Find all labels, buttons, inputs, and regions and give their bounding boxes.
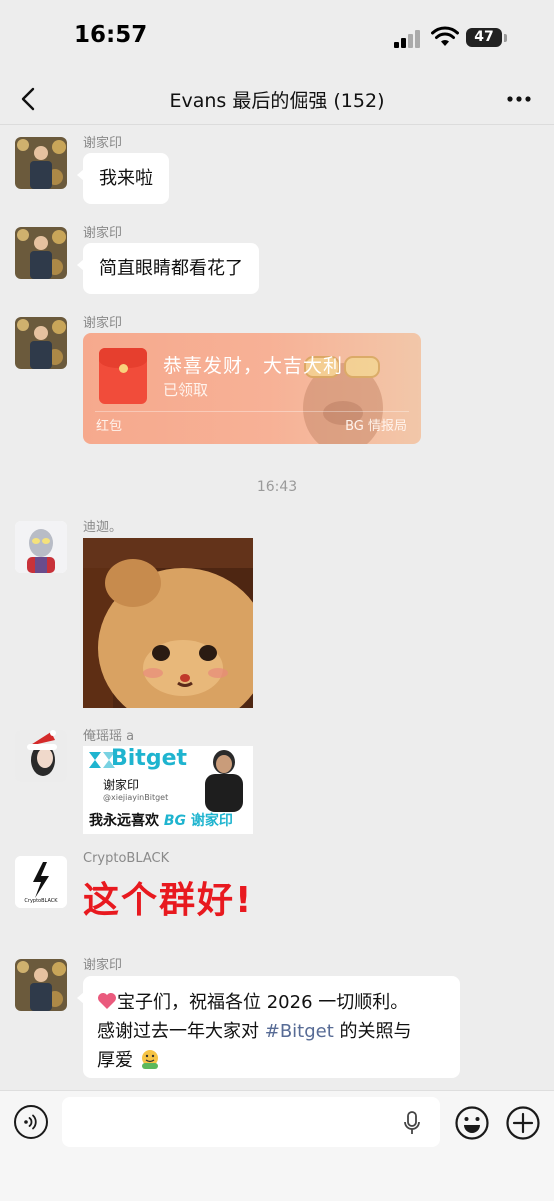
sticker-caption-text: 我永远喜欢 <box>89 813 159 829</box>
red-packet-status: 已领取 <box>163 381 209 399</box>
message-text-2: 感谢过去一年大家对 <box>97 1021 265 1042</box>
message-bubble[interactable]: 我来啦 <box>77 153 169 204</box>
sticker-message-bitget[interactable]: Bitget 谢家印 @xiejiayinBitget 我永远喜欢 BG 谢家印 <box>83 746 253 834</box>
image-message-bear[interactable] <box>83 538 253 708</box>
sticker-caption-tag: BG <box>163 813 187 829</box>
red-packet-title: 恭喜发财，大吉大利 <box>163 355 344 377</box>
avatar-label: CryptoBLACK <box>24 898 58 904</box>
plus-button[interactable] <box>505 1105 541 1141</box>
avatar-xiejiayin[interactable] <box>15 137 67 189</box>
signal-icon <box>394 30 422 48</box>
voice-toggle-button[interactable] <box>14 1105 48 1139</box>
person-avatar-icon <box>15 959 67 1011</box>
sender-name: 俺瑶瑶 a <box>83 729 135 744</box>
sender-name: 谢家印 <box>83 226 123 241</box>
status-time: 16:57 <box>74 22 148 48</box>
message-text-1: 宝子们，祝福各位 2026 一切顺利。 <box>117 992 409 1013</box>
big-text-message[interactable]: 这个群好! <box>83 871 253 923</box>
person-avatar-icon <box>15 317 67 369</box>
heart-emoji-icon <box>98 993 116 1009</box>
avatar-yaoyao[interactable] <box>15 730 67 782</box>
voice-wave-icon <box>24 1114 37 1130</box>
girl-avatar-icon <box>15 730 67 782</box>
person-cutout <box>205 750 243 812</box>
hug-emoji-icon <box>141 1050 158 1069</box>
person-avatar-icon <box>15 227 67 279</box>
message-bubble[interactable]: 简直眼睛都看花了 <box>77 243 259 294</box>
ultraman-avatar-icon <box>15 521 67 573</box>
message-line-1: 宝子们，祝福各位 2026 一切顺利。 <box>97 988 446 1017</box>
avatar-xiejiayin[interactable] <box>15 227 67 279</box>
sender-name: CryptoBLACK <box>83 851 170 866</box>
message-bubble-long[interactable]: 宝子们，祝福各位 2026 一切顺利。 感谢过去一年大家对 #Bitget 的关… <box>77 976 460 1078</box>
message-line-3: 厚爱 <box>97 1046 446 1075</box>
battery-cap <box>504 34 507 42</box>
input-bar <box>0 1090 554 1201</box>
sticker-brand: Bitget <box>111 746 188 771</box>
sender-name: 谢家印 <box>83 136 123 151</box>
red-packet-label: 红包 <box>96 419 123 434</box>
sender-name: 迪迦。 <box>83 520 123 535</box>
sticker-handle: @xiejiayinBitget <box>103 793 169 802</box>
person-avatar-icon <box>15 137 67 189</box>
avatar-dijia[interactable] <box>15 521 67 573</box>
red-packet-divider <box>95 411 409 412</box>
time-divider: 16:43 <box>256 479 298 495</box>
more-button[interactable] <box>503 86 535 112</box>
message-line-2: 感谢过去一年大家对 #Bitget 的关照与 <box>97 1017 446 1046</box>
avatar-xiejiayin[interactable] <box>15 317 67 369</box>
sender-name: 谢家印 <box>83 316 123 331</box>
avatar-cryptoblack[interactable]: CryptoBLACK <box>15 856 67 908</box>
sender-name: 谢家印 <box>83 958 123 973</box>
message-text-4: 厚爱 <box>97 1050 133 1071</box>
wifi-icon <box>431 26 459 46</box>
chat-title: Evans 最后的倔强 (152) <box>169 90 385 112</box>
battery-indicator: 47 <box>466 28 502 47</box>
emoji-button[interactable] <box>454 1105 490 1141</box>
hashtag-link[interactable]: #Bitget <box>265 1021 334 1042</box>
sticker-name: 谢家印 <box>103 778 140 792</box>
avatar-xiejiayin[interactable] <box>15 959 67 1011</box>
red-packet-card[interactable]: 恭喜发财，大吉大利 已领取 红包 BG 情报局 <box>83 333 421 444</box>
status-bar: 16:57 47 <box>0 0 554 76</box>
bear-photo <box>83 538 253 708</box>
microphone-icon[interactable] <box>402 1111 422 1135</box>
header-divider <box>0 124 554 125</box>
sticker-caption-name: 谢家印 <box>190 813 233 829</box>
message-text-3: 的关照与 <box>333 1021 412 1042</box>
red-packet-source: BG 情报局 <box>345 419 407 434</box>
message-input[interactable] <box>62 1097 440 1147</box>
red-envelope-icon <box>99 348 147 404</box>
more-dots-icon <box>507 96 531 102</box>
sticker-caption: 我永远喜欢 BG 谢家印 <box>89 810 233 830</box>
chat-header: Evans 最后的倔强 (152) <box>0 76 554 122</box>
